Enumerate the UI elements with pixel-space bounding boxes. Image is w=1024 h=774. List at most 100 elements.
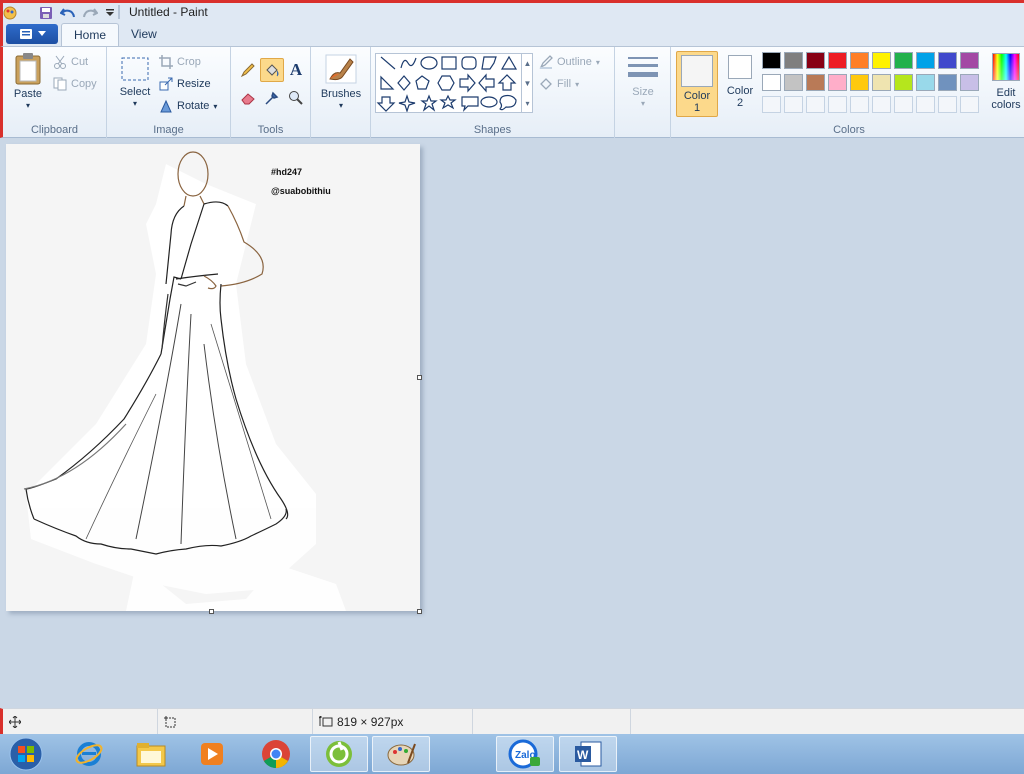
taskbar-internet-explorer[interactable] (60, 736, 118, 772)
select-label: Select (119, 86, 151, 98)
internet-explorer-icon (75, 742, 103, 766)
brush-icon (325, 54, 357, 84)
taskbar-file-explorer[interactable] (122, 736, 180, 772)
taskbar-media-player[interactable] (183, 736, 241, 772)
custom-color-slot[interactable] (938, 96, 957, 113)
palette-swatch[interactable] (938, 74, 957, 91)
paint-bucket-icon (266, 64, 279, 77)
tools-group: A Tools (231, 47, 311, 138)
pencil-tool-button[interactable] (237, 59, 259, 81)
palette-swatch[interactable] (850, 52, 869, 69)
resize-button[interactable]: Resize (159, 75, 211, 93)
file-menu-icon (19, 29, 32, 39)
tab-home[interactable]: Home (61, 23, 120, 46)
shapes-gallery-scroll[interactable]: ▲ ▼ ▾ (521, 53, 533, 113)
eraser-tool-button[interactable] (237, 87, 259, 109)
paste-button[interactable]: Paste ▾ (9, 51, 47, 112)
paint-app-icon[interactable] (2, 5, 18, 20)
size-button[interactable]: Size ▾ (623, 55, 663, 110)
palette-swatch[interactable] (960, 74, 979, 91)
custom-color-slot[interactable] (872, 96, 891, 113)
size-group: Size ▾ (615, 47, 671, 138)
canvas-tag-1: #hd247 (271, 167, 302, 177)
palette-swatch[interactable] (828, 52, 847, 69)
custom-color-slot[interactable] (806, 96, 825, 113)
fill-button[interactable]: Fill ▾ (539, 75, 579, 93)
crop-label: Crop (177, 56, 201, 68)
crop-button[interactable]: Crop (159, 53, 201, 71)
shapes-gallery[interactable] (375, 53, 533, 113)
dress-sketch-image: #hd247 @suabobithiu (23, 151, 346, 611)
palette-swatch[interactable] (872, 52, 891, 69)
save-icon[interactable] (38, 5, 54, 20)
palette-swatch[interactable] (894, 74, 913, 91)
svg-text:W: W (577, 748, 589, 762)
drawing-canvas[interactable]: #hd247 @suabobithiu (6, 144, 420, 611)
selection-icon (164, 715, 176, 727)
customize-toolbar-icon[interactable] (102, 5, 118, 20)
window-title: Untitled - Paint (129, 5, 208, 19)
coccoc-browser-icon (326, 741, 352, 767)
custom-color-slot[interactable] (916, 96, 935, 113)
file-menu-button[interactable] (6, 24, 58, 44)
clipboard-group-label: Clipboard (30, 124, 79, 136)
undo-icon[interactable] (60, 5, 76, 20)
scroll-down-icon[interactable]: ▼ (524, 79, 532, 88)
image-size-cell: 819 × 927px (313, 709, 473, 734)
palette-swatch[interactable] (916, 74, 935, 91)
pencil-icon (240, 63, 255, 78)
outline-button[interactable]: Outline ▾ (539, 53, 600, 71)
start-button[interactable] (0, 736, 52, 772)
magnifier-tool-button[interactable] (285, 87, 307, 109)
palette-swatch[interactable] (916, 52, 935, 69)
palette-swatch[interactable] (762, 74, 781, 91)
custom-color-slot[interactable] (894, 96, 913, 113)
taskbar-chrome[interactable] (247, 736, 305, 772)
select-button[interactable]: Select ▾ (115, 55, 155, 110)
palette-swatch[interactable] (850, 74, 869, 91)
fill-bucket-icon (540, 78, 552, 90)
custom-color-slot[interactable] (762, 96, 781, 113)
color-spectrum-icon (992, 53, 1020, 81)
custom-color-slot[interactable] (828, 96, 847, 113)
brushes-button[interactable]: Brushes ▾ (315, 53, 367, 112)
expand-gallery-icon[interactable]: ▾ (525, 99, 529, 108)
scroll-up-icon[interactable]: ▲ (524, 59, 532, 68)
tab-view[interactable]: View (119, 23, 169, 46)
image-group-label: Image (153, 124, 184, 136)
resize-handle-corner[interactable] (417, 609, 422, 614)
taskbar-coccoc[interactable] (310, 736, 368, 772)
color-picker-tool-button[interactable] (261, 87, 283, 109)
palette-swatch[interactable] (784, 52, 803, 69)
custom-color-slot[interactable] (784, 96, 803, 113)
palette-swatch[interactable] (806, 74, 825, 91)
rotate-button[interactable]: Rotate ▾ (159, 97, 217, 115)
palette-swatch[interactable] (762, 52, 781, 69)
resize-handle-right[interactable] (417, 375, 422, 380)
fill-tool-button[interactable] (260, 58, 284, 82)
text-tool-icon[interactable]: A (285, 59, 307, 81)
resize-handle-bottom[interactable] (209, 609, 214, 614)
palette-swatch[interactable] (938, 52, 957, 69)
paste-label: Paste (13, 88, 43, 100)
custom-color-slot[interactable] (850, 96, 869, 113)
palette-swatch[interactable] (806, 52, 825, 69)
zalo-icon: Zalo (508, 739, 540, 769)
copy-button[interactable]: Copy (53, 75, 97, 93)
color1-button[interactable]: Color 1 (676, 51, 718, 117)
taskbar-zalo[interactable]: Zalo (496, 736, 554, 772)
color2-button[interactable]: Color 2 (721, 55, 759, 109)
redo-icon[interactable] (82, 5, 98, 20)
taskbar-paint[interactable] (372, 736, 430, 772)
edit-colors-button[interactable]: Edit colors (987, 53, 1024, 111)
cut-button[interactable]: Cut (53, 53, 88, 71)
palette-swatch[interactable] (828, 74, 847, 91)
shapes-gallery-icons (376, 55, 518, 113)
copy-label: Copy (71, 78, 97, 90)
palette-swatch[interactable] (960, 52, 979, 69)
palette-swatch[interactable] (872, 74, 891, 91)
palette-swatch[interactable] (784, 74, 803, 91)
custom-color-slot[interactable] (960, 96, 979, 113)
taskbar-word[interactable]: W (559, 736, 617, 772)
palette-swatch[interactable] (894, 52, 913, 69)
